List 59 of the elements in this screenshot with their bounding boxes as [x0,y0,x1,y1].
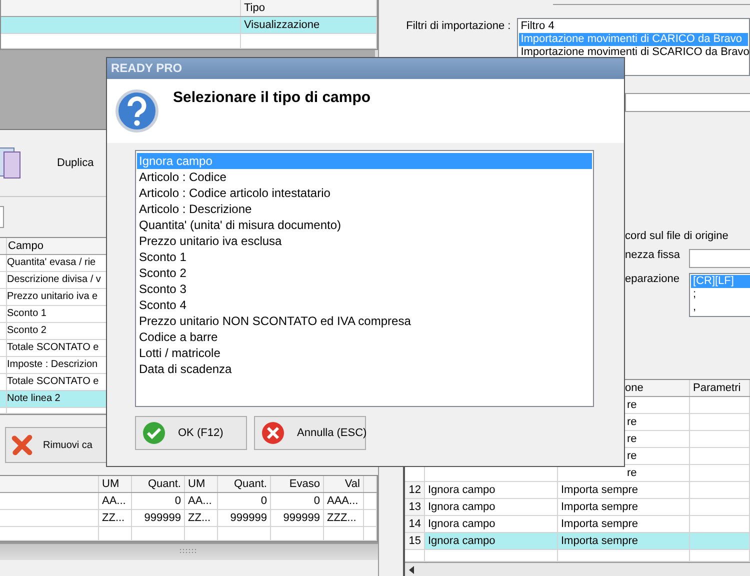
list-item[interactable]: Articolo : Codice [137,169,592,185]
options-list[interactable] [135,150,594,407]
row-number: 13 [405,499,425,515]
list-item[interactable]: Quantita' (unita' di misura documento) [137,217,592,233]
table-cell: 0 [271,493,324,509]
list-item[interactable]: Filtro 4 [518,20,748,33]
filters-label: Filtri di importazione : [405,19,511,32]
row-number: 12 [405,482,425,498]
list-item[interactable]: ; [691,288,750,301]
table-cell: 999999 [271,510,324,526]
close-icon [11,434,33,456]
check-icon [142,421,166,445]
input-field[interactable] [689,249,750,268]
table-cell: Importa sempre [558,499,690,515]
column-header: Val [324,476,364,492]
table-cell: Importa sempre [558,516,690,532]
column-header: UM [185,476,218,492]
table-cell: AA... [185,493,218,509]
table-cell: Visualizzazione [241,17,377,33]
table-cell: Ignora campo [425,533,558,549]
column-header: Evaso [271,476,324,492]
question-icon [115,89,159,133]
close-icon [261,421,285,445]
group-label: cord sul file di origine [625,230,730,242]
row-number: 14 [405,516,425,532]
table-cell: AAA... [324,493,364,509]
document-icon [0,146,21,180]
column-header: Tipo [241,0,377,16]
list-item[interactable]: Articolo : Codice articolo intestatario [137,185,592,201]
table-cell: 999999 [218,510,271,526]
table-cell: ZZ... [185,510,218,526]
ok-button[interactable]: OK (F12) [135,416,247,450]
field-label: eparazione [625,273,680,285]
separator-list[interactable]: [CR][LF] ; , [689,273,750,317]
table-cell: ZZZ... [324,510,364,526]
field-label: nezza fissa [625,249,682,261]
list-item[interactable]: Articolo : Descrizione [137,201,592,217]
input-field[interactable] [625,93,750,112]
table-cell: 0 [132,493,185,509]
table-cell: ZZ... [99,510,132,526]
column-header: Parametri [690,380,750,396]
table-cell: Ignora campo [425,499,558,515]
table-cell: Ignora campo [425,482,558,498]
row-number: 15 [405,533,425,549]
table-cell: Ignora campo [425,516,558,532]
table-cell: AA... [99,493,132,509]
table-cell: Importa sempre [558,533,690,549]
column-header: Quant. [132,476,185,492]
dialog-heading: Selezionare il tipo di campo [173,89,371,108]
table-cell: Importa sempre [558,482,690,498]
duplicate-label[interactable]: Duplica [57,157,94,169]
cancel-button[interactable]: Annulla (ESC) [254,416,366,450]
list-item[interactable]: Importazione movimenti di SCARICO da Bravo [518,46,748,59]
list-item[interactable]: , [691,301,750,314]
column-header: UM [99,476,132,492]
table-cell: 999999 [132,510,185,526]
dialog-title: READY PRO [107,58,624,79]
table-cell: 0 [218,493,271,509]
column-header: Quant. [218,476,271,492]
